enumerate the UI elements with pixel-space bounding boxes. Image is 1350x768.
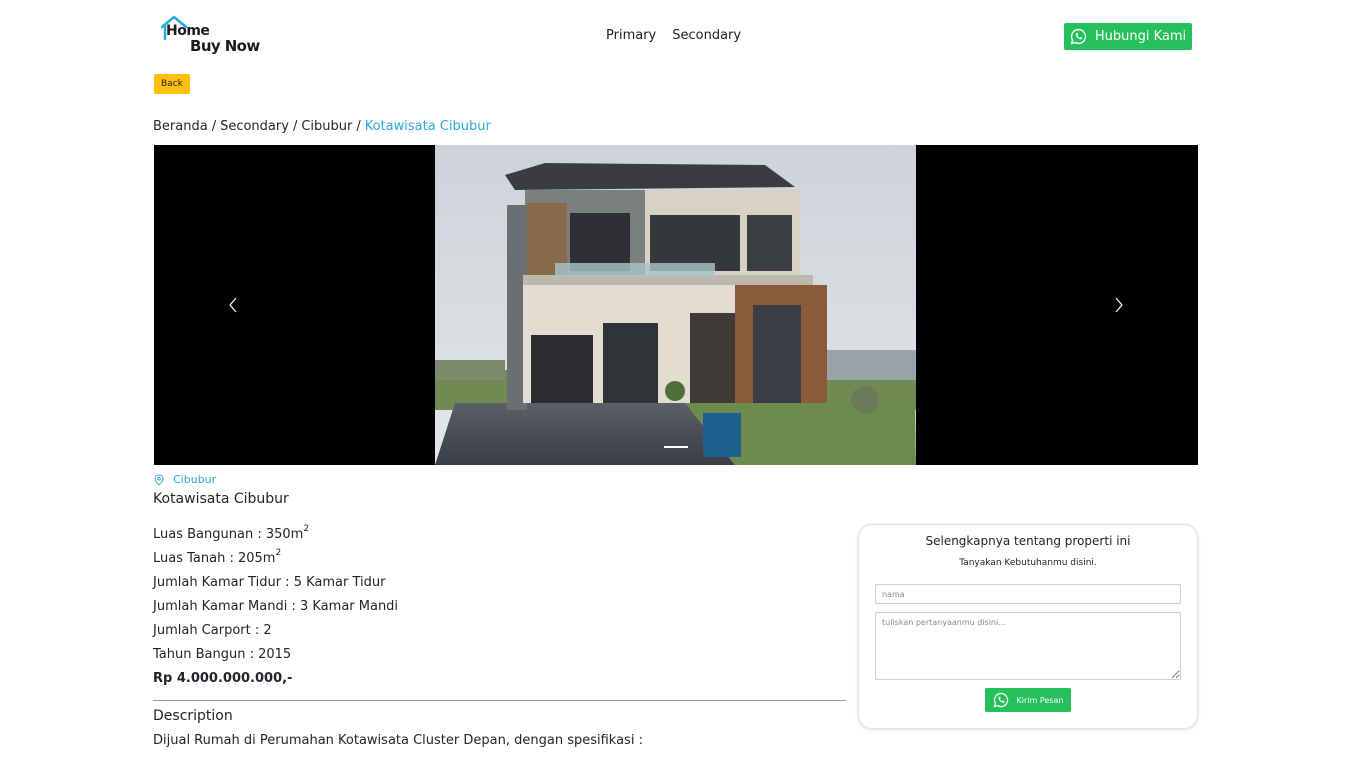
- carousel-indicator[interactable]: [664, 446, 688, 448]
- breadcrumb-current: Kotawisata Cibubur: [364, 119, 491, 134]
- spec-label: Jumlah Kamar Mandi : 3 Kamar Mandi: [153, 599, 399, 614]
- map-pin-icon: [154, 473, 164, 486]
- spec-year-built: Tahun Bangun : 2015: [153, 647, 398, 671]
- contact-us-button[interactable]: Hubungi Kami: [1064, 23, 1192, 50]
- logo-text-buy-now: Buy Now: [190, 37, 260, 55]
- question-textarea[interactable]: [875, 612, 1181, 680]
- inquiry-title: Selengkapnya tentang properti ini: [925, 534, 1131, 548]
- chevron-right-icon: [1115, 297, 1123, 313]
- description-text: Dijual Rumah di Perumahan Kotawisata Clu…: [153, 733, 643, 748]
- description-heading: Description: [153, 708, 233, 724]
- logo[interactable]: Home Buy Now: [160, 15, 264, 59]
- property-title: Kotawisata Cibubur: [153, 491, 289, 507]
- spec-label: Tahun Bangun : 2015: [153, 647, 292, 662]
- breadcrumb-separator: /: [211, 119, 217, 134]
- property-location: Cibubur: [153, 473, 216, 486]
- breadcrumb-item-cibubur[interactable]: Cibubur: [301, 119, 352, 134]
- breadcrumb-separator: /: [356, 119, 361, 134]
- divider: [153, 700, 846, 701]
- back-button[interactable]: Back: [154, 74, 190, 94]
- house-image: [435, 145, 916, 465]
- contact-us-label: Hubungi Kami: [1094, 29, 1187, 44]
- inquiry-subtitle: Tanyakan Kebutuhanmu disini.: [959, 558, 1097, 568]
- chevron-left-icon: [229, 297, 237, 313]
- whatsapp-icon: [993, 692, 1008, 708]
- send-message-button[interactable]: Kirim Pesan: [985, 688, 1071, 712]
- property-location-text[interactable]: Cibubur: [173, 473, 216, 486]
- main-nav: Primary Secondary: [606, 28, 741, 43]
- spec-label: Luas Tanah : 205m: [153, 551, 276, 566]
- send-message-label: Kirim Pesan: [1016, 695, 1064, 705]
- inquiry-card: Selengkapnya tentang properti ini Tanyak…: [858, 524, 1198, 729]
- breadcrumb-item-beranda[interactable]: Beranda: [153, 119, 208, 134]
- breadcrumb-separator: /: [292, 119, 298, 134]
- image-carousel[interactable]: [154, 145, 1198, 465]
- breadcrumb: Beranda / Secondary / Cibubur / Kotawisata Cib…: [153, 119, 491, 134]
- spec-bedrooms: Jumlah Kamar Tidur : 5 Kamar Tidur: [153, 575, 398, 599]
- nav-item-primary[interactable]: Primary: [606, 28, 656, 43]
- breadcrumb-item-secondary[interactable]: Secondary: [220, 119, 289, 134]
- spec-label: Jumlah Kamar Tidur : 5 Kamar Tidur: [153, 575, 386, 590]
- spec-label: Luas Bangunan : 350m: [153, 527, 304, 542]
- spec-label: Jumlah Carport : 2: [153, 623, 272, 638]
- name-input[interactable]: [875, 584, 1181, 604]
- spec-bathrooms: Jumlah Kamar Mandi : 3 Kamar Mandi: [153, 599, 398, 623]
- spec-land-area: Luas Tanah : 205m 2: [153, 548, 398, 575]
- spec-superscript: 2: [303, 524, 310, 534]
- whatsapp-icon: [1070, 28, 1087, 45]
- carousel-indicators: [664, 446, 688, 448]
- property-price: Rp 4.000.000.000,-: [153, 671, 293, 686]
- spec-carport: Jumlah Carport : 2: [153, 623, 398, 647]
- nav-item-secondary[interactable]: Secondary: [672, 28, 741, 43]
- property-photo: [435, 145, 916, 465]
- spec-superscript: 2: [275, 548, 282, 558]
- carousel-next-button[interactable]: [1112, 295, 1126, 315]
- carousel-prev-button[interactable]: [226, 295, 240, 315]
- property-specs: Luas Bangunan : 350m 2 Luas Tanah : 205m 2…: [153, 524, 398, 695]
